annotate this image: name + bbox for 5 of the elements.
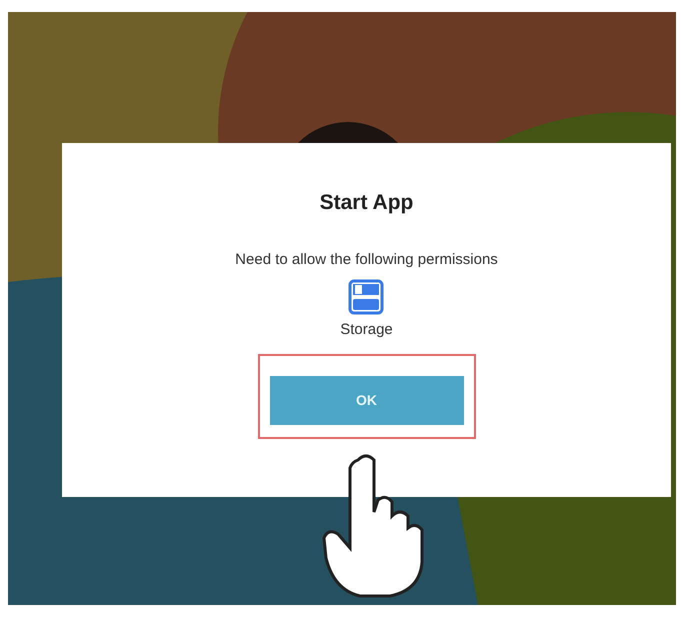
ok-button[interactable]: OK xyxy=(270,376,464,424)
dialog-title: Start App xyxy=(320,190,414,216)
permission-label: Storage xyxy=(340,320,393,340)
dialog-message: Need to allow the following permissions xyxy=(235,250,498,270)
storage-icon xyxy=(348,279,384,315)
